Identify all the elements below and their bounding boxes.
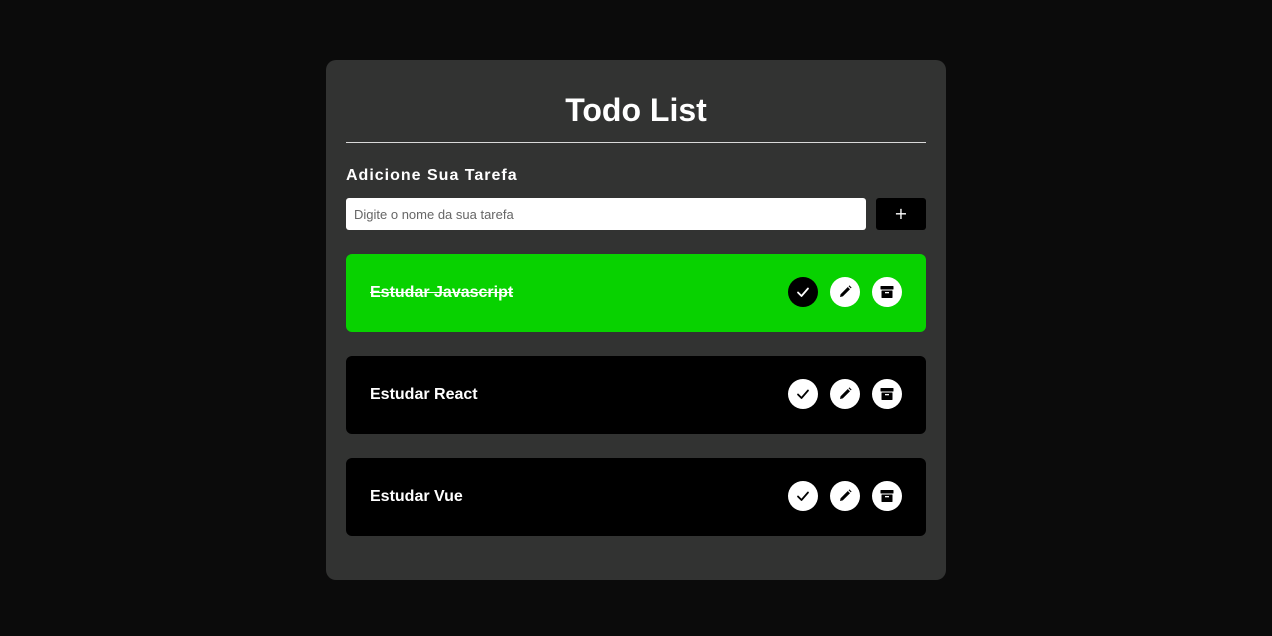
title-divider (346, 142, 926, 143)
check-icon (796, 387, 810, 401)
pencil-icon (837, 386, 853, 402)
archive-icon (879, 284, 895, 300)
complete-todo-button[interactable] (788, 379, 818, 409)
edit-todo-button[interactable] (830, 481, 860, 511)
todo-item-text: Estudar Javascript (370, 284, 514, 301)
remove-todo-button[interactable] (872, 379, 902, 409)
edit-todo-button[interactable] (830, 277, 860, 307)
complete-todo-button[interactable] (788, 481, 818, 511)
pencil-icon (837, 488, 853, 504)
check-icon (796, 489, 810, 503)
todo-card: Todo List Adicione Sua Tarefa + Estudar … (326, 60, 946, 580)
edit-todo-button[interactable] (830, 379, 860, 409)
task-name-input[interactable] (346, 198, 866, 230)
add-task-label: Adicione Sua Tarefa (346, 167, 518, 184)
remove-todo-button[interactable] (872, 481, 902, 511)
todo-item-text: Estudar Vue (370, 488, 463, 505)
todo-item: Estudar Vue (346, 458, 926, 536)
remove-todo-button[interactable] (872, 277, 902, 307)
todo-item: Estudar React (346, 356, 926, 434)
page-title: Todo List (565, 92, 707, 128)
check-icon (796, 285, 810, 299)
add-task-button[interactable]: + (876, 198, 926, 230)
todo-item: Estudar Javascript (346, 254, 926, 332)
complete-todo-button[interactable] (788, 277, 818, 307)
archive-icon (879, 488, 895, 504)
pencil-icon (837, 284, 853, 300)
archive-icon (879, 386, 895, 402)
todo-item-text: Estudar React (370, 386, 478, 403)
